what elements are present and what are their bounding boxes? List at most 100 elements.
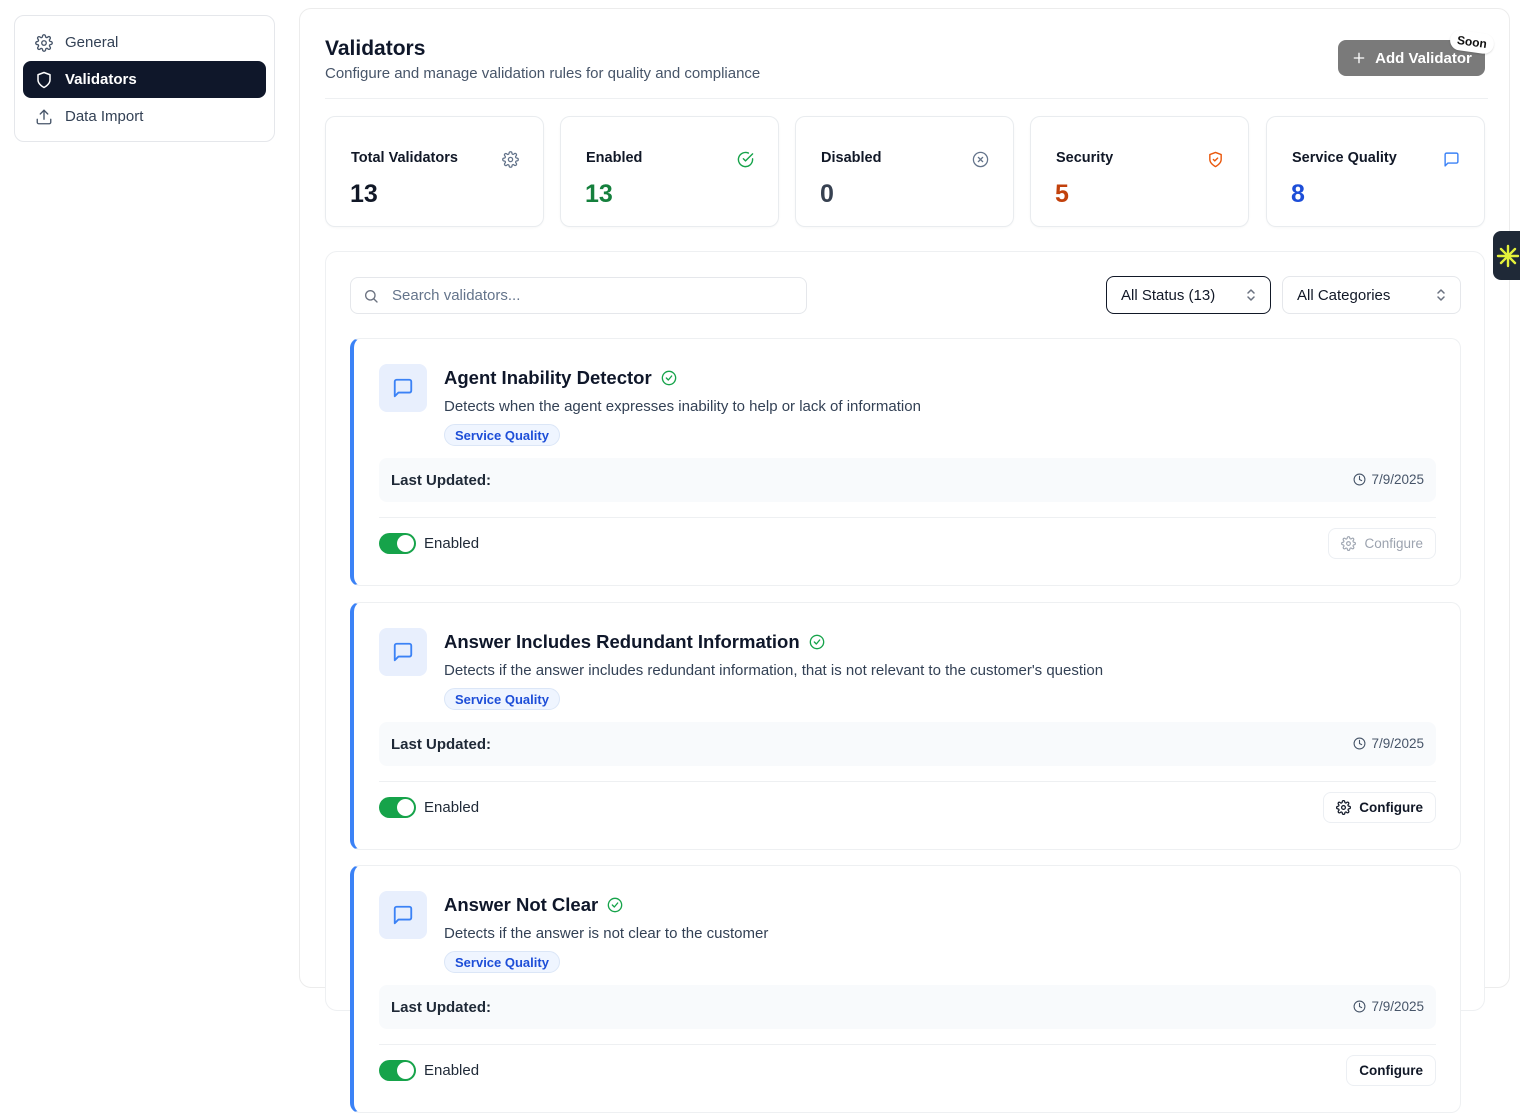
validator-name: Answer Includes Redundant Information xyxy=(444,631,800,652)
sidebar-item-validators[interactable]: Validators xyxy=(23,61,266,98)
gear-icon xyxy=(35,33,53,52)
validator-description: Detects when the agent expresses inabili… xyxy=(444,398,921,415)
message-square-icon xyxy=(379,364,427,412)
sidebar-item-label: Data Import xyxy=(65,108,144,125)
stat-label: Disabled xyxy=(821,150,882,166)
header-divider xyxy=(325,98,1488,99)
check-circle-icon xyxy=(737,151,754,168)
main-panel: Validators Configure and manage validati… xyxy=(299,8,1510,1113)
enabled-toggle[interactable] xyxy=(379,797,416,818)
category-filter-value: All Categories xyxy=(1297,286,1391,304)
stat-label: Total Validators xyxy=(351,150,458,166)
stat-label: Enabled xyxy=(586,150,643,166)
validator-title: Answer Includes Redundant Information xyxy=(444,631,825,653)
sidebar-item-label: General xyxy=(65,34,119,51)
stat-value: 13 xyxy=(585,180,613,208)
validator-title: Agent Inability Detector xyxy=(444,367,677,389)
sidebar-item-label: Validators xyxy=(65,71,137,88)
configure-button[interactable]: Configure xyxy=(1346,1055,1436,1086)
check-circle-icon xyxy=(661,370,677,386)
validator-name: Answer Not Clear xyxy=(444,894,599,915)
validator-description: Detects if the answer is not clear to th… xyxy=(444,925,769,942)
validator-name: Agent Inability Detector xyxy=(444,367,652,388)
search-input[interactable] xyxy=(392,287,782,304)
validator-description: Detects if the answer includes redundant… xyxy=(444,662,1104,679)
validator-card: Answer Includes Redundant Information De… xyxy=(350,602,1461,850)
assistant-widget-button[interactable] xyxy=(1493,231,1520,280)
x-circle-icon xyxy=(972,151,989,168)
toggle-label: Enabled xyxy=(424,1062,480,1079)
card-divider xyxy=(379,781,1436,782)
stat-card-enabled: Enabled 13 xyxy=(560,116,779,227)
sidebar-item-general[interactable]: General xyxy=(23,24,266,61)
chevron-up-down-icon xyxy=(1246,288,1256,302)
upload-icon xyxy=(35,108,53,126)
validators-list-panel: All Status (13) All Categories Agent Ina… xyxy=(325,251,1485,1113)
card-divider xyxy=(379,1044,1436,1045)
stat-card-service-quality: Service Quality 8 xyxy=(1266,116,1485,227)
page-subtitle: Configure and manage validation rules fo… xyxy=(325,65,761,82)
clock-icon xyxy=(1353,473,1371,486)
toggle-label: Enabled xyxy=(424,799,480,816)
category-tag: Service Quality xyxy=(444,424,560,446)
plus-icon xyxy=(1351,50,1367,66)
validator-card: Agent Inability Detector Detects when th… xyxy=(350,338,1461,586)
last-updated-date: 7/9/2025 xyxy=(1353,999,1424,1014)
last-updated-date: 7/9/2025 xyxy=(1353,472,1424,487)
category-tag: Service Quality xyxy=(444,951,560,973)
search-box[interactable] xyxy=(350,277,807,314)
stat-card-security: Security 5 xyxy=(1030,116,1249,227)
category-filter-select[interactable]: All Categories xyxy=(1282,276,1461,314)
stat-value: 13 xyxy=(350,180,378,208)
enabled-toggle[interactable] xyxy=(379,533,416,554)
sparkle-icon xyxy=(1496,244,1520,268)
configure-label: Configure xyxy=(1359,1063,1423,1078)
category-tag: Service Quality xyxy=(444,688,560,710)
clock-icon xyxy=(1353,1000,1371,1013)
shield-check-icon xyxy=(1207,151,1224,168)
stat-value: 8 xyxy=(1291,180,1305,208)
message-square-icon xyxy=(1443,151,1460,168)
status-filter-value: All Status (13) xyxy=(1121,286,1216,304)
toggle-label: Enabled xyxy=(424,535,480,552)
clock-icon xyxy=(1353,737,1371,750)
stat-card-total-validators: Total Validators 13 xyxy=(325,116,544,227)
last-updated-label: Last Updated: xyxy=(391,999,492,1016)
chevron-up-down-icon xyxy=(1436,288,1446,302)
message-square-icon xyxy=(379,628,427,676)
last-updated-label: Last Updated: xyxy=(391,736,492,753)
gear-icon xyxy=(1341,536,1364,551)
enabled-toggle[interactable] xyxy=(379,1060,416,1081)
shield-icon xyxy=(35,71,53,89)
configure-button[interactable]: Configure xyxy=(1323,792,1436,823)
last-updated-value: 7/9/2025 xyxy=(1371,999,1424,1014)
last-updated-row: Last Updated: 7/9/2025 xyxy=(379,458,1436,502)
last-updated-label: Last Updated: xyxy=(391,472,492,489)
stat-card-disabled: Disabled 0 xyxy=(795,116,1014,227)
validator-card: Answer Not Clear Detects if the answer i… xyxy=(350,865,1461,1113)
card-divider xyxy=(379,517,1436,518)
sidebar-item-data-import[interactable]: Data Import xyxy=(23,98,266,135)
check-circle-icon xyxy=(607,897,623,913)
message-square-icon xyxy=(379,891,427,939)
stat-label: Security xyxy=(1056,150,1114,166)
last-updated-value: 7/9/2025 xyxy=(1371,472,1424,487)
page-title: Validators xyxy=(325,37,426,60)
stat-value: 5 xyxy=(1055,180,1069,208)
check-circle-icon xyxy=(809,634,825,650)
gear-icon xyxy=(502,151,519,168)
last-updated-row: Last Updated: 7/9/2025 xyxy=(379,985,1436,1029)
last-updated-row: Last Updated: 7/9/2025 xyxy=(379,722,1436,766)
stat-value: 0 xyxy=(820,180,834,208)
stat-label: Service Quality xyxy=(1292,150,1397,166)
configure-button[interactable]: Configure xyxy=(1328,528,1436,559)
configure-label: Configure xyxy=(1359,800,1423,815)
status-filter-select[interactable]: All Status (13) xyxy=(1106,276,1271,314)
gear-icon xyxy=(1336,800,1359,815)
sidebar: General Validators Data Import xyxy=(14,15,275,142)
last-updated-date: 7/9/2025 xyxy=(1353,736,1424,751)
last-updated-value: 7/9/2025 xyxy=(1371,736,1424,751)
add-validator-label: Add Validator xyxy=(1375,49,1472,67)
validator-title: Answer Not Clear xyxy=(444,894,623,916)
search-icon xyxy=(363,288,379,304)
